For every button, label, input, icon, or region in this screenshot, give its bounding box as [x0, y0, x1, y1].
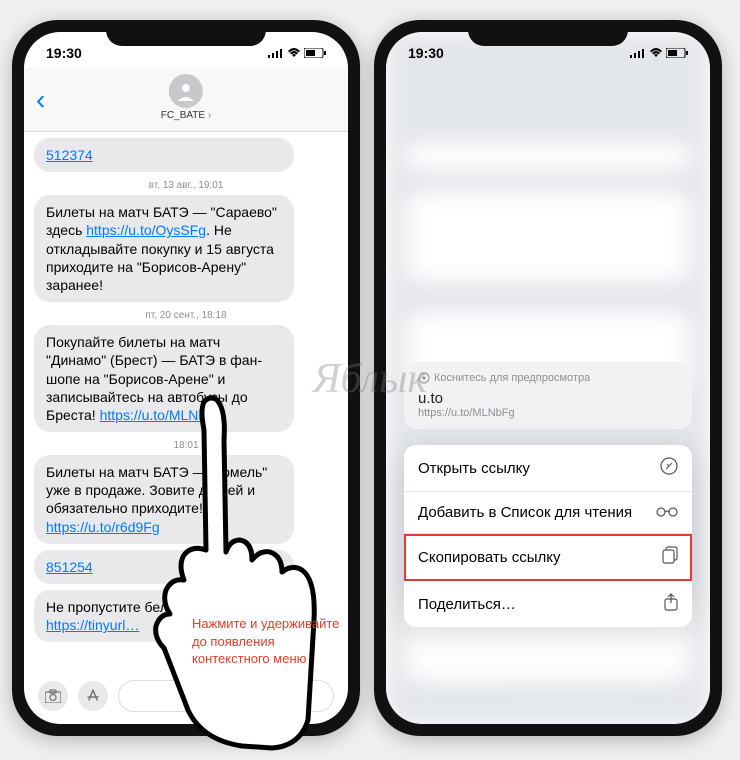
status-time: 19:30 — [408, 45, 444, 61]
phone-right: 19:30 Коснитесь для предпросмотра u.to h… — [374, 20, 722, 736]
message-link[interactable]: 851254 — [46, 558, 93, 576]
nav-header: ‹ FC_BATE — [24, 68, 348, 132]
menu-item-glasses[interactable]: Добавить в Список для чтения — [404, 492, 692, 534]
battery-icon — [666, 48, 688, 58]
status-time: 19:30 — [46, 45, 82, 61]
menu-item-label: Поделиться… — [418, 596, 516, 613]
timestamp: вт, 13 авг., 19:01 — [34, 180, 338, 191]
glasses-icon — [656, 504, 678, 521]
link-preview-card[interactable]: Коснитесь для предпросмотра u.to https:/… — [404, 362, 692, 429]
appstore-icon — [85, 688, 101, 704]
timestamp: пт, 20 сент., 18:18 — [34, 310, 338, 321]
menu-item-label: Скопировать ссылку — [418, 549, 561, 566]
notch — [106, 20, 266, 46]
wifi-icon — [649, 48, 663, 58]
message-bubble[interactable]: 851254 — [34, 550, 294, 584]
context-menu: Открыть ссылку Добавить в Список для чтен… — [404, 445, 692, 627]
screen-right: 19:30 Коснитесь для предпросмотра u.to h… — [386, 32, 710, 724]
context-menu-area: Коснитесь для предпросмотра u.to https:/… — [404, 362, 692, 627]
share-icon — [664, 593, 678, 615]
phone-left: 19:30 ‹ FC_BATE 512374 вт, 13 авг., 19:01… — [12, 20, 360, 736]
message-link[interactable]: https://u.to/MLNbFg — [100, 407, 223, 423]
message-link[interactable]: https://tinyurl… — [46, 617, 139, 633]
compose-bar — [24, 676, 348, 716]
menu-item-share[interactable]: Поделиться… — [404, 581, 692, 627]
menu-item-copy[interactable]: Скопировать ссылку — [404, 534, 692, 581]
preview-hint: Коснитесь для предпросмотра — [418, 372, 678, 384]
message-bubble[interactable]: 512374 — [34, 138, 294, 172]
message-link[interactable]: 512374 — [46, 146, 93, 164]
message-bubble[interactable]: Билеты на матч БАТЭ — "Гомель" уже в про… — [34, 455, 294, 544]
person-icon — [176, 81, 196, 101]
back-button[interactable]: ‹ — [24, 86, 57, 114]
camera-button[interactable] — [38, 681, 68, 711]
preview-url: https://u.to/MLNbFg — [418, 407, 678, 419]
signal-icon — [268, 48, 284, 58]
message-link[interactable]: https://u.to/r6d9Fg — [46, 519, 160, 535]
wifi-icon — [287, 48, 301, 58]
message-bubble[interactable]: Билеты на матч БАТЭ — "Сараево" здесь ht… — [34, 195, 294, 302]
contact-header[interactable]: FC_BATE — [161, 74, 211, 121]
menu-item-compass[interactable]: Открыть ссылку — [404, 445, 692, 492]
signal-icon — [630, 48, 646, 58]
contact-name: FC_BATE — [161, 110, 211, 121]
preview-hint-text: Коснитесь для предпросмотра — [434, 372, 590, 384]
battery-icon — [304, 48, 326, 58]
compass-icon — [660, 457, 678, 479]
message-input[interactable] — [118, 680, 334, 712]
status-icons — [630, 48, 688, 58]
menu-item-label: Добавить в Список для чтения — [418, 504, 632, 521]
menu-item-label: Открыть ссылку — [418, 460, 530, 477]
timestamp: 18:01 — [34, 440, 338, 451]
avatar — [169, 74, 203, 108]
preview-title: u.to — [418, 390, 678, 407]
message-link[interactable]: https://u.to/OysSFg — [86, 222, 206, 238]
notch — [468, 20, 628, 46]
tap-icon — [418, 372, 430, 384]
camera-icon — [45, 689, 61, 703]
instruction-text: Нажмите и удерживайте до появления конте… — [192, 615, 342, 668]
message-bubble[interactable]: Покупайте билеты на матч "Динамо" (Брест… — [34, 325, 294, 432]
status-icons — [268, 48, 326, 58]
appstore-button[interactable] — [78, 681, 108, 711]
copy-icon — [662, 546, 678, 568]
